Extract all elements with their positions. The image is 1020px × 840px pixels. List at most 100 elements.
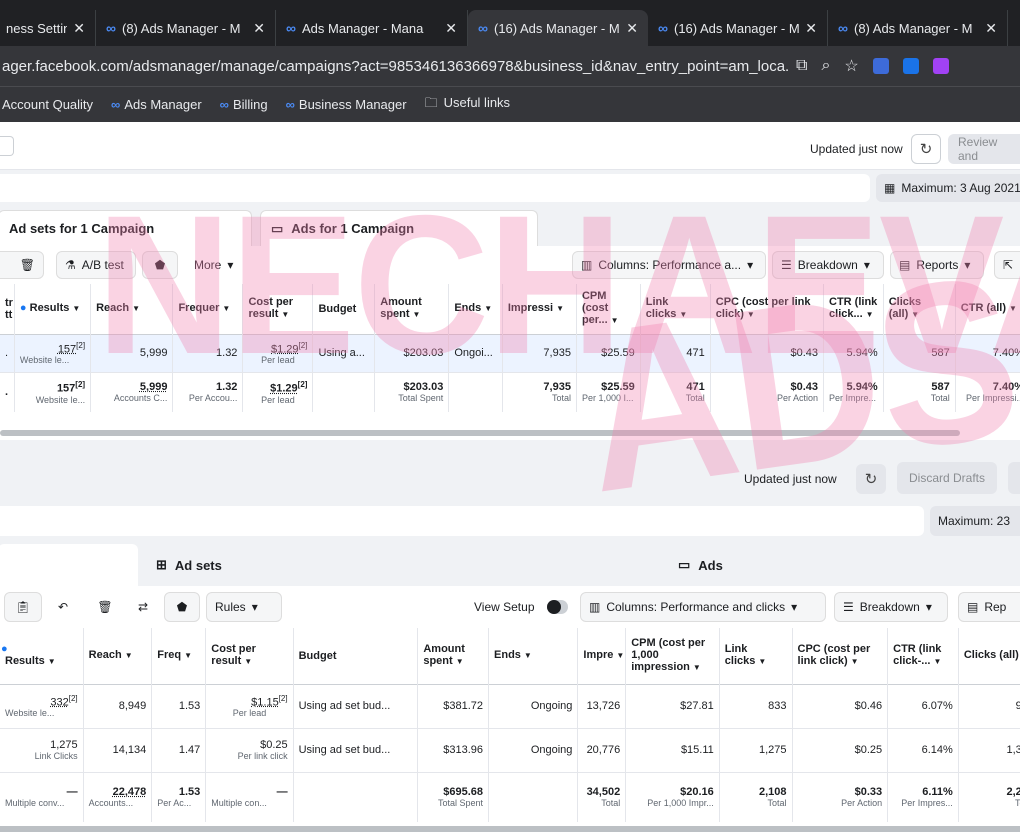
col-cost-per-result[interactable]: Cost per result ▼ — [205, 628, 294, 684]
header-label: Clicks (all) — [963, 649, 1019, 662]
extension-icon[interactable] — [932, 58, 949, 74]
close-icon[interactable]: ✕ — [626, 20, 638, 37]
col-cost-per-result[interactable]: Cost per result ▼ — [242, 284, 314, 334]
col-frequency[interactable]: Freq ▼ — [151, 628, 207, 684]
col-frequency[interactable]: Frequer ▼ — [172, 284, 244, 334]
total-clicks-all: 587 Total — [883, 372, 956, 412]
columns-button[interactable]: ▥ Columns: Performance and clicks ▾ — [580, 592, 826, 622]
browser-tab[interactable]: ness Settings ✕ — [0, 10, 96, 46]
search-input[interactable] — [0, 174, 870, 202]
tab-campaigns[interactable] — [0, 544, 138, 586]
reports-button[interactable]: ▤ Reports ▾ — [890, 251, 984, 279]
col-ctr-link[interactable]: CTR (link click-... ▼ — [887, 628, 959, 684]
delete-button[interactable]: 🗑 — [86, 592, 124, 622]
close-icon[interactable]: ✕ — [445, 20, 457, 37]
close-icon[interactable]: ✕ — [805, 20, 817, 37]
col-impressions[interactable]: Impressi ▼ — [502, 284, 577, 334]
duplicate-button[interactable]: 📋︎ — [4, 592, 42, 622]
horizontal-scrollbar[interactable] — [0, 430, 960, 436]
cell-frequency: 1.47 — [151, 728, 207, 772]
close-icon[interactable]: ✕ — [253, 20, 265, 37]
cell-cpm: $15.11 — [625, 728, 720, 772]
refresh-icon[interactable]: ↻ — [856, 464, 886, 494]
bookmark-account-quality[interactable]: Account Quality — [2, 97, 93, 112]
col-results[interactable]: ● Results ▼ — [14, 284, 92, 334]
zoom-icon[interactable]: ⌕ — [821, 57, 830, 75]
rules-button[interactable]: Rules ▾ — [206, 592, 282, 622]
header-label: Ends — [494, 649, 521, 662]
refresh-icon[interactable]: ↻ — [911, 134, 941, 164]
col-cpc[interactable]: CPC (cost per link click) ▼ — [792, 628, 889, 684]
col-link-clicks[interactable]: Link clicks ▼ — [640, 284, 711, 334]
col-cpc[interactable]: CPC (cost per link click) ▼ — [710, 284, 825, 334]
col-ends[interactable]: Ends ▼ — [488, 628, 579, 684]
tab-adsets[interactable]: Ad sets for 1 Campaign — [0, 210, 252, 246]
ab-test-button[interactable]: ⚗ A/B test — [56, 251, 136, 279]
col-impressions[interactable]: Impre ▼ — [577, 628, 627, 684]
col-reach[interactable]: Reach ▼ — [90, 284, 174, 334]
close-icon[interactable]: ✕ — [985, 20, 997, 37]
header-label: Freq — [157, 649, 182, 662]
cast-icon[interactable]: ⧉ — [796, 57, 807, 75]
review-button[interactable]: Review and — [948, 134, 1020, 164]
col-reach[interactable]: Reach ▼ — [83, 628, 153, 684]
tag-button[interactable]: ⬟ — [164, 592, 200, 622]
url-field[interactable]: ager.facebook.com/adsmanager/manage/camp… — [0, 58, 790, 75]
button-stub[interactable] — [1008, 462, 1020, 494]
table-row[interactable]: . 157[2] Website le... 5,999 1.32 $1.29[2… — [0, 334, 1020, 372]
col-cpm[interactable]: CPM (cost per... ▼ — [576, 284, 641, 334]
col-ctr-all[interactable]: CTR (all) ▼ — [955, 284, 1020, 334]
browser-tab[interactable]: ∞ (16) Ads Manager - M ✕ — [648, 10, 828, 46]
reports-button[interactable]: ▤ Rep — [958, 592, 1020, 622]
browser-tab[interactable]: ∞ (8) Ads Manager - M ✕ — [828, 10, 1008, 46]
flask-icon: ⚗ — [65, 258, 76, 272]
dropdown-stub[interactable] — [0, 136, 14, 156]
delete-button[interactable]: 🗑 — [0, 251, 44, 279]
col-ends[interactable]: Ends ▼ — [448, 284, 503, 334]
col-clicks-all[interactable]: Clicks (all)▼ — [958, 628, 1020, 684]
bookmark-ads-manager[interactable]: ∞ Ads Manager — [111, 97, 202, 112]
breakdown-button[interactable]: ☰ Breakdown ▾ — [834, 592, 948, 622]
tag-button[interactable]: ⬟ — [142, 251, 178, 279]
tab-ads[interactable]: ▭ Ads — [668, 544, 1020, 586]
row-checkbox[interactable]: . — [0, 334, 15, 372]
view-setup-toggle[interactable]: View Setup — [466, 592, 576, 622]
more-button[interactable]: More ▾ — [186, 251, 250, 279]
horizontal-scrollbar[interactable] — [0, 826, 1020, 832]
col-link-clicks[interactable]: Link clicks ▼ — [719, 628, 793, 684]
tab-ads[interactable]: ▭ Ads for 1 Campaign — [260, 210, 538, 246]
close-icon[interactable]: ✕ — [73, 20, 85, 37]
table-row[interactable]: 332[2] Website le... 8,949 1.53 $1.15[2] P… — [0, 684, 1020, 728]
extension-icon[interactable] — [872, 58, 889, 74]
tab-adsets[interactable]: ⊞ Ad sets — [146, 544, 660, 586]
ab-test-button[interactable]: ⇄ — [124, 592, 162, 622]
col-amount-spent[interactable]: Amount spent ▼ — [417, 628, 490, 684]
browser-tab-active[interactable]: ∞ (16) Ads Manager - M ✕ — [468, 10, 648, 46]
breakdown-button[interactable]: ☰ Breakdown ▾ — [772, 251, 884, 279]
browser-tab[interactable]: ∞ (8) Ads Manager - M ✕ — [96, 10, 276, 46]
table-row[interactable]: 1,275 Link Clicks 14,134 1.47 $0.25 Per li… — [0, 728, 1020, 772]
discard-drafts-button[interactable]: Discard Drafts — [897, 462, 997, 494]
checkbox-col[interactable]: tr tt — [0, 284, 15, 334]
col-budget[interactable]: Budget — [312, 284, 376, 334]
bookmark-useful-links[interactable]: 🗀 Useful links — [425, 94, 510, 116]
date-range[interactable]: Maximum: 3 Aug 2021 - — [901, 181, 1020, 195]
col-cpm[interactable]: CPM (cost per 1,000 impression ▼ — [625, 628, 720, 684]
date-range[interactable]: Maximum: 23 — [930, 506, 1020, 536]
col-results[interactable]: ● Results ▼ — [0, 628, 84, 684]
col-amount-spent[interactable]: Amount spent ▼ — [374, 284, 450, 334]
export-button[interactable]: ⇱ — [994, 251, 1020, 279]
undo-button[interactable]: ↶ — [44, 592, 82, 622]
bookmark-label: Business Manager — [298, 97, 407, 112]
browser-tab[interactable]: ∞ Ads Manager - Mana ✕ — [276, 10, 468, 46]
col-ctr-link[interactable]: CTR (link click... ▼ — [823, 284, 884, 334]
col-budget[interactable]: Budget — [293, 628, 419, 684]
columns-button[interactable]: ▥ Columns: Performance a... ▾ — [572, 251, 766, 279]
search-input[interactable] — [0, 506, 924, 536]
bookmark-billing[interactable]: ∞ Billing — [220, 97, 268, 112]
star-icon[interactable]: ☆ — [844, 56, 858, 76]
extension-icon[interactable] — [902, 58, 919, 74]
col-clicks-all[interactable]: Clicks (all)▼ — [883, 284, 956, 334]
cell-cpc: $0.25 — [792, 728, 889, 772]
bookmark-business-manager[interactable]: ∞ Business Manager — [286, 97, 407, 112]
